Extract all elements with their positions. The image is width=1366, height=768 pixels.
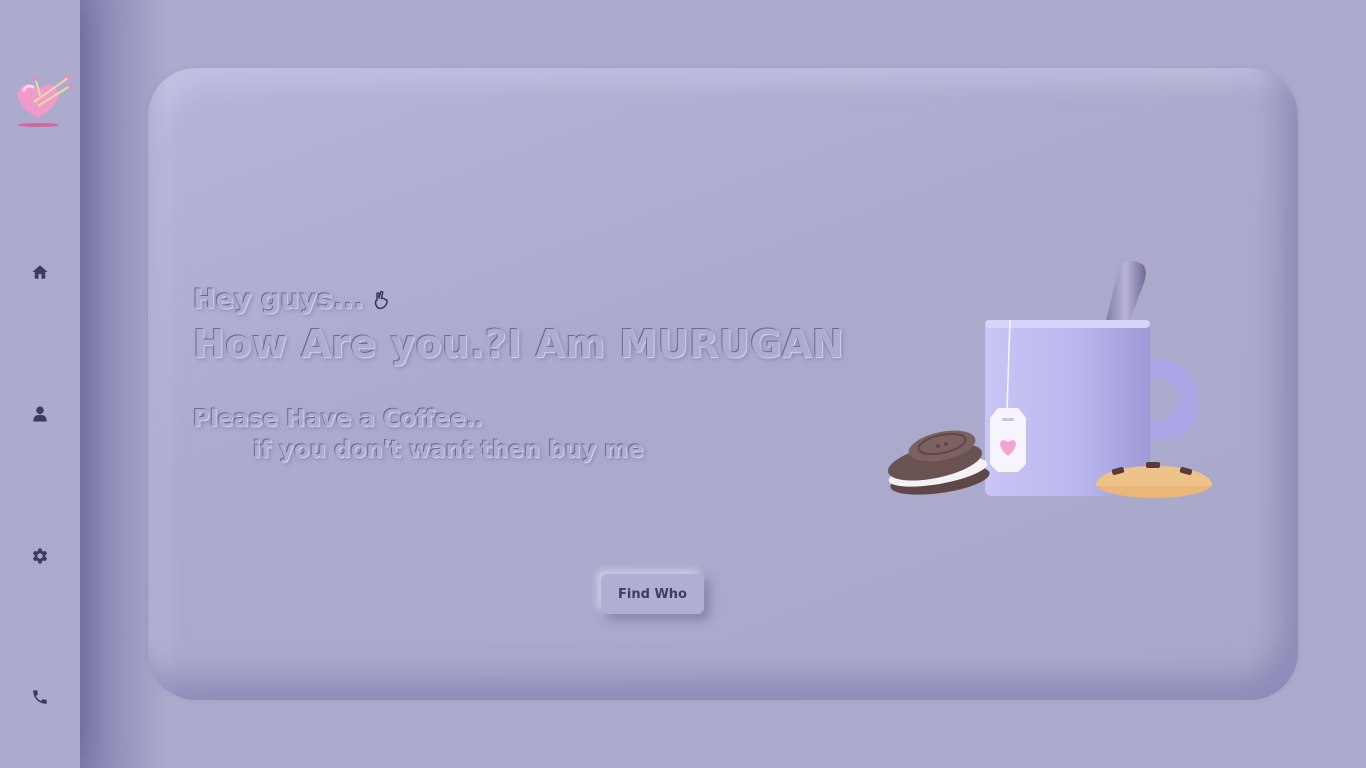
subtitle-line-1: Please Have a Coffee.. xyxy=(193,406,484,432)
subtitle-line-2: if you don't want then buy me xyxy=(253,437,644,463)
find-who-button[interactable]: Find Who xyxy=(601,574,704,614)
nav-profile[interactable] xyxy=(28,402,52,426)
heart-with-arrows-icon[interactable] xyxy=(14,72,72,130)
nav-contact[interactable] xyxy=(28,685,52,709)
headline: How Are you.?I Am MURUGAN xyxy=(193,322,845,366)
phone-icon xyxy=(33,690,47,704)
gear-icon xyxy=(32,548,48,564)
nav-home[interactable] xyxy=(28,260,52,284)
user-icon xyxy=(33,406,47,422)
greeting-text: Hey guys... xyxy=(193,284,364,315)
greeting: Hey guys... xyxy=(193,284,392,315)
home-icon xyxy=(32,265,48,279)
nav-settings[interactable] xyxy=(28,544,52,568)
coffee-mug-with-cookies-illustration xyxy=(887,261,1212,498)
sidebar xyxy=(0,0,80,768)
sidebar-shadow xyxy=(80,0,170,768)
peace-hand-icon xyxy=(374,290,388,309)
